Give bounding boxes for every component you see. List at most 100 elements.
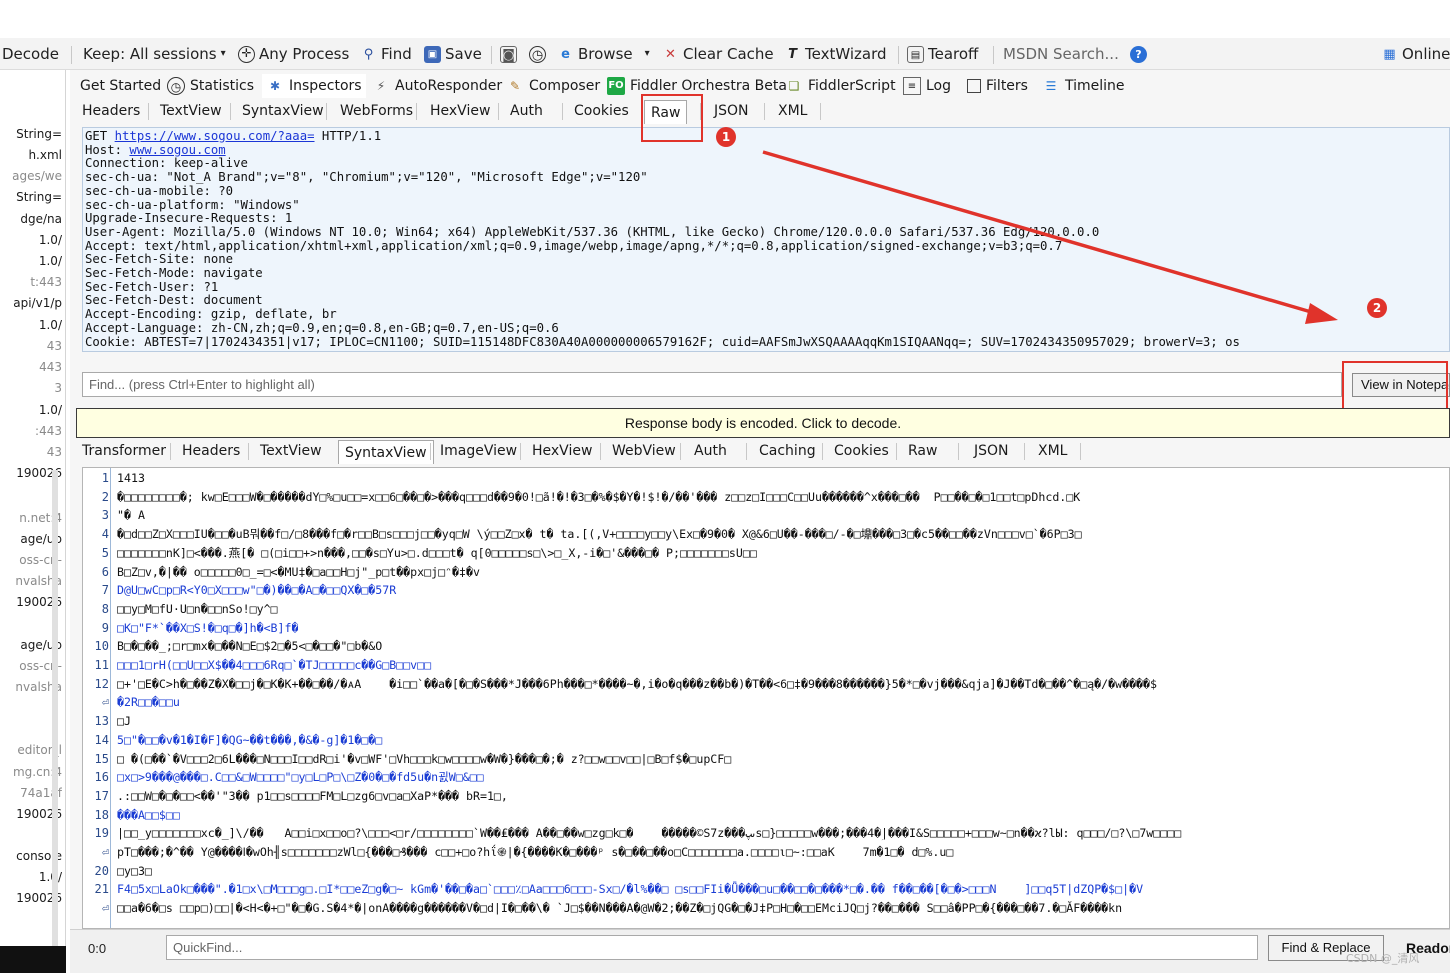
tab-autoresponder[interactable]: ⚡ AutoResponder	[372, 74, 502, 98]
tab-label: Filters	[986, 78, 1028, 94]
req-tab-headers[interactable]: Headers	[82, 99, 140, 123]
req-tab-textview[interactable]: TextView	[160, 99, 222, 123]
tab-composer[interactable]: ✎ Composer	[506, 74, 600, 98]
tab-divider	[1024, 443, 1025, 460]
tab-label: Composer	[529, 78, 601, 94]
camera-icon: ◙	[500, 45, 517, 63]
any-process-button[interactable]: ✛ Any Process	[238, 43, 349, 65]
save-label: Save	[445, 45, 482, 63]
resp-tab-caching[interactable]: Caching	[759, 439, 816, 463]
session-row[interactable]: 43	[0, 336, 62, 356]
tab-timeline[interactable]: ☰ Timeline	[1042, 74, 1125, 98]
session-row[interactable]: 3	[0, 378, 62, 398]
tab-statistics[interactable]: ◷ Statistics	[167, 74, 254, 98]
lightning-icon: ⚡	[376, 79, 386, 93]
tab-filters[interactable]: Filters	[967, 74, 1028, 98]
req-tab-hexview[interactable]: HexView	[430, 99, 490, 123]
raw-request-text-area[interactable]: GET https://www.sogou.com/?aaa= HTTP/1.1…	[82, 127, 1450, 352]
session-row[interactable]: 1.0/	[0, 400, 62, 420]
resp-tab-headers[interactable]: Headers	[182, 439, 240, 463]
online-indicator[interactable]: ▦ Online	[1381, 43, 1450, 65]
response-encoded-banner[interactable]: Response body is encoded. Click to decod…	[76, 408, 1450, 438]
req-tab-syntaxview[interactable]: SyntaxView	[242, 99, 324, 123]
find-button[interactable]: ⚲ Find	[360, 43, 412, 65]
resp-tab-auth[interactable]: Auth	[694, 439, 727, 463]
session-row[interactable]: h.xml	[0, 145, 62, 165]
find-input[interactable]: Find... (press Ctrl+Enter to highlight a…	[82, 372, 1342, 397]
session-row[interactable]: 1.0/	[0, 315, 62, 335]
response-body-syntax-view[interactable]: 1 2 3 4 5 6 7 8 9 10 11 12 ⏎ 13 14 15 16 17 18 19 ⏎ 20 21 ⏎ 141…	[82, 467, 1450, 929]
script-icon: ❏	[788, 79, 800, 93]
resp-tab-transformer[interactable]: Transformer	[82, 439, 166, 463]
host-link[interactable]: www.sogou.com	[129, 143, 225, 157]
keep-sessions-dropdown[interactable]: Keep: All sessions ▾	[83, 43, 226, 65]
textwizard-label: TextWizard	[805, 45, 887, 63]
session-row[interactable]: dge/na	[0, 209, 62, 229]
tab-label: Timeline	[1065, 78, 1125, 94]
session-row[interactable]: String=	[0, 124, 62, 144]
dropdown-arrow-icon: ▾	[644, 48, 650, 59]
resp-tab-json[interactable]: JSON	[974, 439, 1009, 463]
tab-divider	[600, 443, 601, 460]
line-number: 21	[94, 882, 109, 897]
session-row[interactable]: 43	[0, 442, 62, 462]
resp-tab-syntaxview[interactable]: SyntaxView	[338, 440, 434, 464]
tab-label: Log	[926, 78, 952, 94]
session-row[interactable]: 1.0/	[0, 230, 62, 250]
code-line: D@U□wC□p□R<Y0□X□□□w"□�)��□�A□�□□QX�□�57R	[117, 583, 397, 598]
resp-tab-hexview[interactable]: HexView	[532, 439, 592, 463]
code-line: 5□"�□□�v�1�I�F]�QG~��t���,�&�-g]�1�□�□	[117, 732, 383, 747]
tab-divider	[248, 443, 249, 460]
line-number: 20	[94, 863, 109, 878]
resp-tab-textview[interactable]: TextView	[260, 439, 322, 463]
req-tab-xml[interactable]: XML	[778, 99, 807, 123]
save-button[interactable]: ▣ Save	[424, 43, 482, 65]
tearoff-button[interactable]: ▤ Tearoff	[907, 43, 978, 65]
tab-inspectors[interactable]: ✱ Inspectors	[262, 74, 366, 98]
tab-fiddlerscript[interactable]: ❏ FiddlerScript	[785, 74, 896, 98]
clear-cache-button[interactable]: ✕ Clear Cache	[662, 43, 774, 65]
header-line: sec-ch-ua-platform: "Windows"	[85, 197, 300, 212]
fo-icon: FO	[607, 77, 625, 95]
line-number: 4	[101, 527, 109, 542]
screenshot-button[interactable]: ◙	[500, 43, 517, 65]
line-number: 3	[101, 508, 109, 523]
line-number: 7	[101, 583, 109, 598]
resp-tab-xml[interactable]: XML	[1038, 439, 1067, 463]
line-number: 8	[101, 601, 109, 616]
resp-tab-cookies[interactable]: Cookies	[834, 439, 889, 463]
tab-divider	[1080, 443, 1081, 460]
resp-tab-imageview[interactable]: ImageView	[440, 439, 517, 463]
find-label: Find	[381, 45, 412, 63]
tab-log[interactable]: ≡ Log	[903, 74, 951, 98]
session-list-scrollbar[interactable]	[52, 470, 58, 970]
session-row[interactable]: :443	[0, 421, 62, 441]
session-row[interactable]: 1.0/	[0, 251, 62, 271]
line-number: 2	[101, 489, 109, 504]
resp-tab-webview[interactable]: WebView	[612, 439, 676, 463]
session-row[interactable]: 443	[0, 357, 62, 377]
quickfind-input[interactable]: QuickFind...	[166, 935, 1258, 960]
session-row[interactable]: api/v1/p	[0, 293, 62, 313]
msdn-search-input[interactable]: MSDN Search...	[1003, 43, 1119, 65]
session-row[interactable]: ages/we	[0, 166, 62, 186]
req-tab-cookies[interactable]: Cookies	[574, 99, 629, 123]
textwizard-button[interactable]: T TextWizard	[784, 43, 887, 65]
decode-button[interactable]: Decode	[2, 43, 59, 65]
code-line: □□a�6�□s □□p□)□□|�<H<�+□"�□�G.S�4*�|onA�…	[117, 901, 1123, 916]
browse-button[interactable]: e Browse ▾	[557, 43, 650, 65]
req-tab-webforms[interactable]: WebForms	[340, 99, 413, 123]
wrap-indicator-icon: ⏎	[101, 695, 109, 710]
code-line: □□y□M□fU·U□n�□□nSo!□y^□	[117, 601, 278, 616]
toolbar-divider	[71, 46, 72, 64]
request-inspector-tabs: Headers TextView SyntaxView WebForms Hex…	[76, 99, 1450, 124]
tab-get-started[interactable]: Get Started	[80, 74, 161, 98]
session-row[interactable]: String=	[0, 187, 62, 207]
session-row[interactable]: t:443	[0, 272, 62, 292]
req-tab-json[interactable]: JSON	[714, 99, 749, 123]
timer-button[interactable]: ◷	[529, 43, 546, 65]
req-tab-auth[interactable]: Auth	[510, 99, 543, 123]
help-button[interactable]: ?	[1130, 43, 1147, 65]
request-url-link[interactable]: https://www.sogou.com/?aaa=	[115, 129, 315, 143]
resp-tab-raw[interactable]: Raw	[908, 439, 937, 463]
